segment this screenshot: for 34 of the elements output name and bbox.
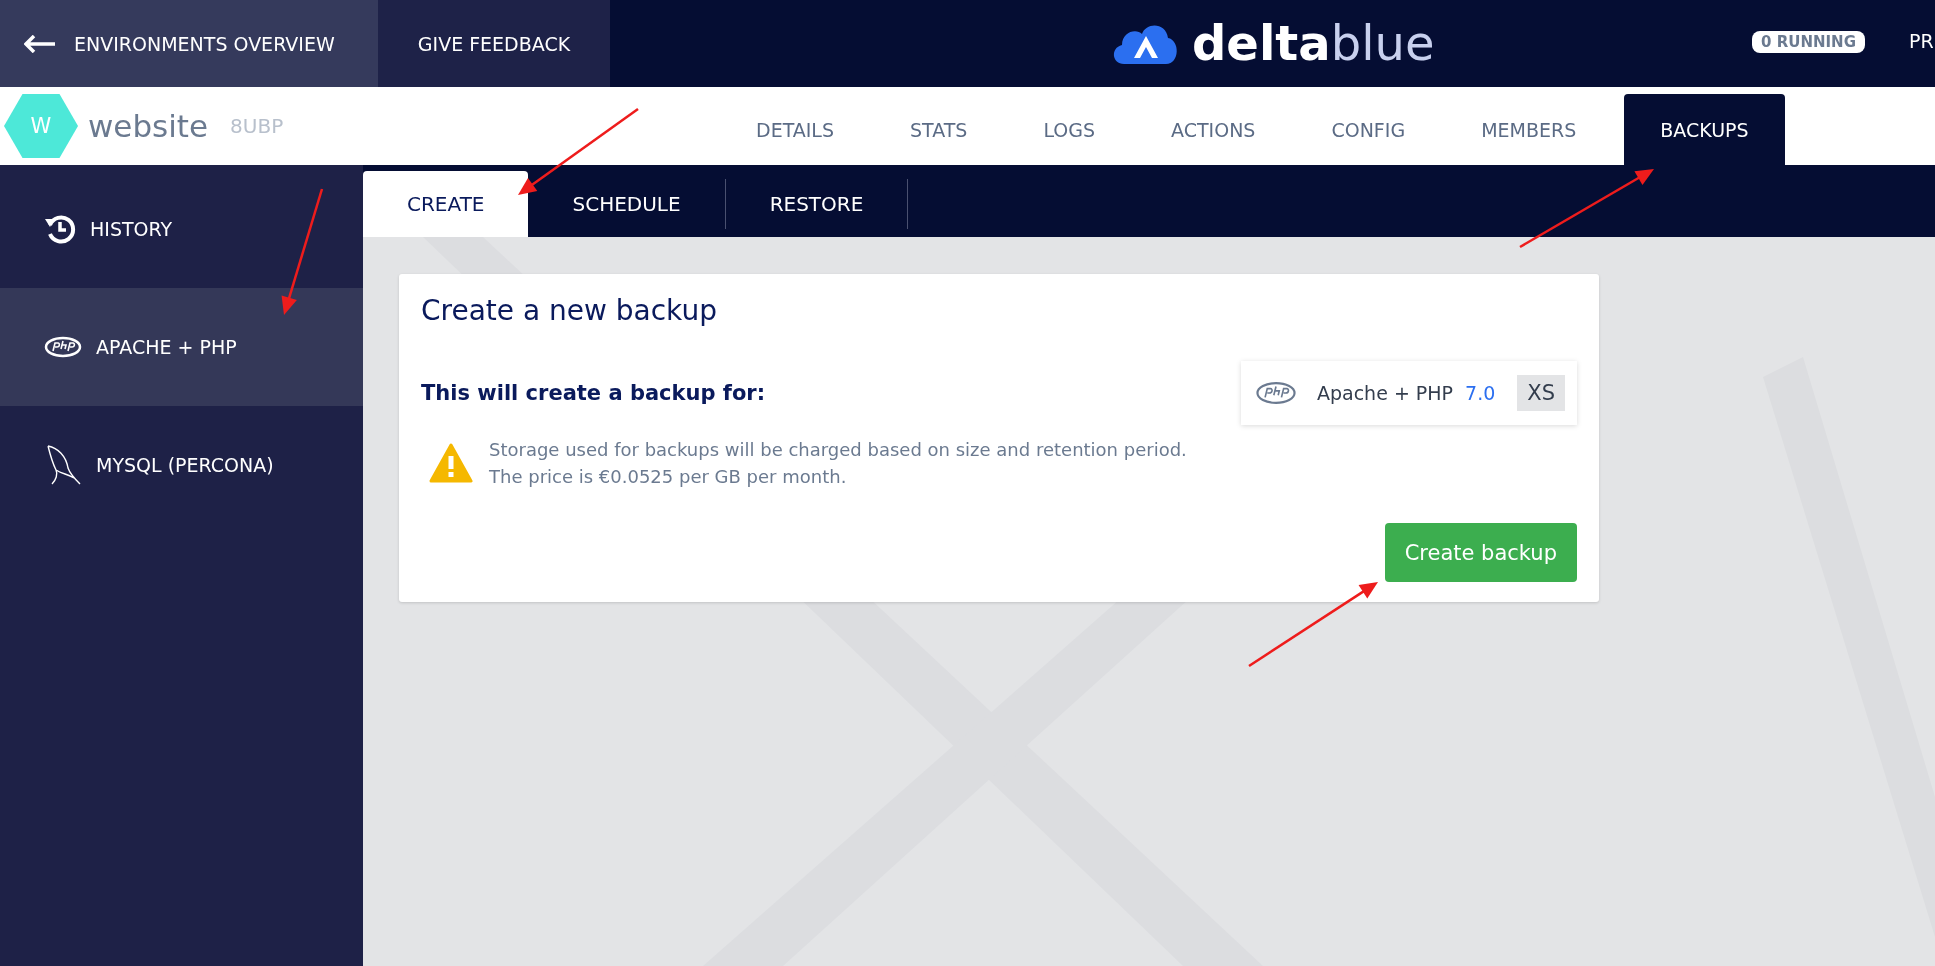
sidebar-item[interactable]: APACHE + PHP [0, 288, 363, 406]
dolphin-icon [44, 444, 82, 486]
warning-text: Storage used for backups will be charged based on size and retention period. [489, 439, 1187, 460]
card-title: Create a new backup [421, 294, 718, 327]
php-icon [44, 336, 82, 358]
subtab[interactable]: CREATE [363, 171, 529, 237]
warning-text: The price is €0.0525 per GB per month. [489, 466, 848, 487]
profile-label[interactable]: PR [1909, 30, 1934, 52]
environment-code: 8UBP [230, 114, 284, 138]
feedback-button[interactable]: GIVE FEEDBACK [378, 0, 610, 87]
php-icon [1254, 381, 1297, 405]
subtab[interactable]: RESTORE [725, 179, 909, 229]
tab[interactable]: LOGS [1005, 94, 1134, 165]
logo-text-second: blue [1330, 16, 1435, 70]
tab[interactable]: MEMBERS [1443, 94, 1615, 165]
back-button[interactable]: ENVIRONMENTS OVERVIEW [0, 0, 378, 87]
target-label: This will create a backup for: [421, 381, 766, 405]
component-version: 7.0 [1465, 382, 1496, 404]
history-icon [44, 213, 76, 245]
tab[interactable]: STATS [872, 94, 1006, 165]
tab[interactable]: BACKUPS [1624, 94, 1785, 165]
size-badge: XS [1517, 375, 1565, 411]
warning-icon [429, 443, 473, 483]
logo-text-delta: delta [1192, 16, 1331, 70]
tab[interactable]: ACTIONS [1133, 94, 1294, 165]
environment-name: website [88, 108, 209, 144]
sidebar-item[interactable]: HISTORY [0, 170, 363, 288]
tab[interactable]: DETAILS [718, 94, 872, 165]
component-name: Apache + PHP [1316, 382, 1454, 404]
sidebar-item[interactable]: MYSQL (PERCONA) [0, 406, 363, 524]
tab[interactable]: CONFIG [1293, 94, 1444, 165]
back-arrow-icon [24, 34, 56, 53]
environment-avatar: W [4, 94, 78, 158]
running-badge: 0 RUNNING [1752, 31, 1865, 53]
